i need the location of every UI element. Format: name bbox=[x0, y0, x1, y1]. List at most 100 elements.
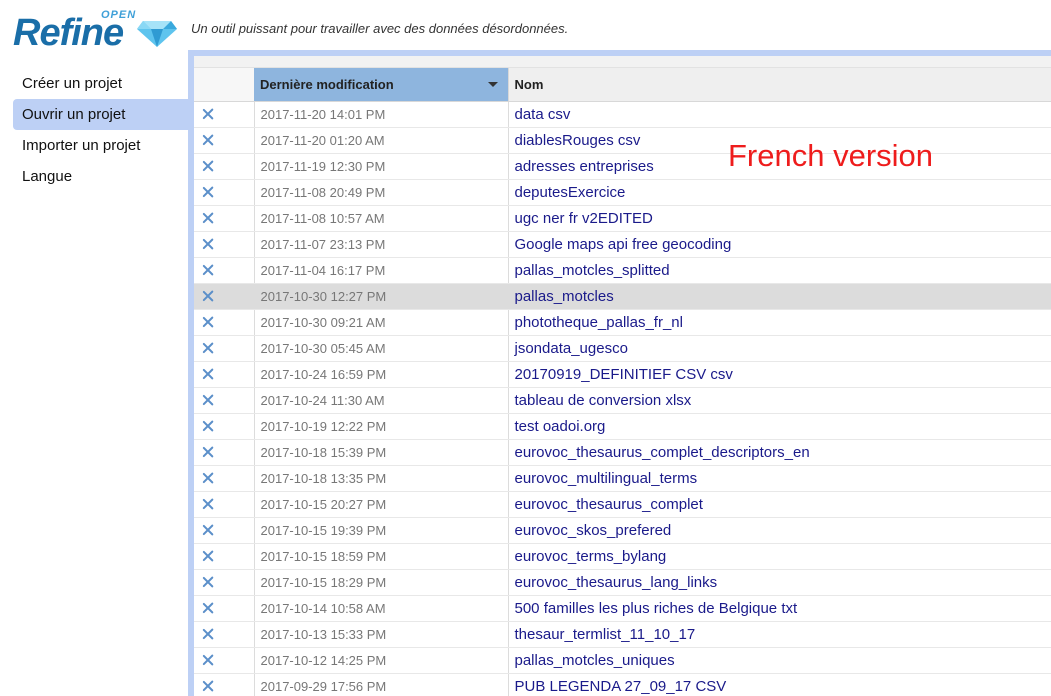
project-modified-date: 2017-10-15 18:29 PM bbox=[254, 569, 509, 596]
table-row: 2017-10-30 09:21 AM phototheque_pallas_fr… bbox=[194, 309, 1051, 336]
nav-create-project[interactable]: Créer un projet bbox=[0, 68, 188, 99]
project-name-cell: eurovoc_multilingual_terms bbox=[508, 465, 1051, 492]
delete-project-button[interactable] bbox=[194, 127, 222, 154]
delete-project-button[interactable] bbox=[194, 647, 222, 674]
project-link[interactable]: eurovoc_thesaurus_complet_descriptors_en bbox=[515, 444, 810, 461]
sort-desc-icon bbox=[487, 82, 498, 87]
close-icon bbox=[202, 654, 214, 666]
project-link[interactable]: eurovoc_terms_bylang bbox=[515, 548, 667, 565]
delete-project-button[interactable] bbox=[194, 673, 222, 696]
table-row: 2017-10-24 16:59 PM 20170919_DEFINITIEF C… bbox=[194, 361, 1051, 388]
project-link[interactable]: data csv bbox=[515, 106, 571, 123]
close-icon bbox=[202, 446, 214, 458]
delete-project-button[interactable] bbox=[194, 283, 222, 310]
table-row: 2017-09-29 17:56 PM PUB LEGENDA 27_09_17 … bbox=[194, 673, 1051, 696]
delete-project-button[interactable] bbox=[194, 179, 222, 206]
project-name-cell: PUB LEGENDA 27_09_17 CSV bbox=[508, 673, 1051, 696]
annotation-french-version: French version bbox=[728, 138, 934, 173]
project-modified-date: 2017-11-19 12:30 PM bbox=[254, 153, 509, 180]
project-link[interactable]: jsondata_ugesco bbox=[515, 340, 628, 357]
close-icon bbox=[202, 680, 214, 692]
project-name-cell: ugc ner fr v2EDITED bbox=[508, 205, 1051, 232]
project-link[interactable]: PUB LEGENDA 27_09_17 CSV bbox=[515, 678, 727, 695]
delete-project-button[interactable] bbox=[194, 387, 222, 414]
nav-import-project[interactable]: Importer un projet bbox=[0, 130, 188, 161]
close-icon bbox=[202, 342, 214, 354]
header-name[interactable]: Nom bbox=[507, 68, 1051, 102]
project-modified-date: 2017-11-04 16:17 PM bbox=[254, 257, 509, 284]
close-icon bbox=[202, 160, 214, 172]
project-modified-date: 2017-10-24 16:59 PM bbox=[254, 361, 509, 388]
delete-project-button[interactable] bbox=[194, 413, 222, 440]
table-row: 2017-10-24 11:30 AM tableau de conversion… bbox=[194, 387, 1051, 414]
project-link[interactable]: ugc ner fr v2EDITED bbox=[515, 210, 653, 227]
project-link[interactable]: Google maps api free geocoding bbox=[515, 236, 732, 253]
project-modified-date: 2017-10-24 11:30 AM bbox=[254, 387, 509, 414]
delete-project-button[interactable] bbox=[194, 621, 222, 648]
row-spacer bbox=[222, 465, 255, 492]
project-name-cell: deputesExercice bbox=[508, 179, 1051, 206]
project-link[interactable]: eurovoc_thesaurus_complet bbox=[515, 496, 703, 513]
delete-project-button[interactable] bbox=[194, 361, 222, 388]
project-link[interactable]: adresses entreprises bbox=[515, 158, 654, 175]
delete-project-button[interactable] bbox=[194, 569, 222, 596]
row-spacer bbox=[222, 491, 255, 518]
project-link[interactable]: test oadoi.org bbox=[515, 418, 606, 435]
delete-project-button[interactable] bbox=[194, 439, 222, 466]
nav-language[interactable]: Langue bbox=[0, 161, 188, 192]
project-modified-date: 2017-10-13 15:33 PM bbox=[254, 621, 509, 648]
left-nav: Créer un projet Ouvrir un projet Importe… bbox=[0, 68, 188, 192]
table-row: 2017-10-14 10:58 AM 500 familles les plus… bbox=[194, 595, 1051, 622]
row-spacer bbox=[222, 569, 255, 596]
project-link[interactable]: phototheque_pallas_fr_nl bbox=[515, 314, 683, 331]
project-link[interactable]: thesaur_termlist_11_10_17 bbox=[515, 626, 696, 643]
project-link[interactable]: pallas_motcles_uniques bbox=[515, 652, 675, 669]
row-spacer bbox=[222, 647, 255, 674]
delete-project-button[interactable] bbox=[194, 257, 222, 284]
delete-project-button[interactable] bbox=[194, 335, 222, 362]
project-modified-date: 2017-10-19 12:22 PM bbox=[254, 413, 509, 440]
close-icon bbox=[202, 238, 214, 250]
table-row: 2017-11-20 14:01 PM data csv bbox=[194, 101, 1051, 128]
row-spacer bbox=[222, 257, 255, 284]
table-row: 2017-11-08 10:57 AM ugc ner fr v2EDITED bbox=[194, 205, 1051, 232]
header-last-modified[interactable]: Dernière modification bbox=[254, 68, 508, 102]
project-link[interactable]: diablesRouges csv bbox=[515, 132, 641, 149]
delete-project-button[interactable] bbox=[194, 205, 222, 232]
table-row: 2017-10-18 13:35 PM eurovoc_multilingual_… bbox=[194, 465, 1051, 492]
project-link[interactable]: 20170919_DEFINITIEF CSV csv bbox=[515, 366, 733, 383]
delete-project-button[interactable] bbox=[194, 309, 222, 336]
close-icon bbox=[202, 108, 214, 120]
project-modified-date: 2017-11-08 10:57 AM bbox=[254, 205, 509, 232]
project-link[interactable]: eurovoc_skos_prefered bbox=[515, 522, 672, 539]
project-link[interactable]: eurovoc_multilingual_terms bbox=[515, 470, 698, 487]
delete-project-button[interactable] bbox=[194, 465, 222, 492]
project-link[interactable]: pallas_motcles_splitted bbox=[515, 262, 670, 279]
nav-open-project[interactable]: Ouvrir un projet bbox=[13, 99, 188, 130]
project-modified-date: 2017-10-15 20:27 PM bbox=[254, 491, 509, 518]
tagline: Un outil puissant pour travailler avec d… bbox=[191, 21, 569, 36]
project-link[interactable]: eurovoc_thesaurus_lang_links bbox=[515, 574, 718, 591]
delete-project-button[interactable] bbox=[194, 491, 222, 518]
delete-project-button[interactable] bbox=[194, 231, 222, 258]
project-name-cell: test oadoi.org bbox=[508, 413, 1051, 440]
delete-project-button[interactable] bbox=[194, 153, 222, 180]
project-link[interactable]: tableau de conversion xlsx bbox=[515, 392, 692, 409]
delete-project-button[interactable] bbox=[194, 543, 222, 570]
project-link[interactable]: pallas_motcles bbox=[515, 288, 614, 305]
project-link[interactable]: 500 familles les plus riches de Belgique… bbox=[515, 600, 798, 617]
close-icon bbox=[202, 602, 214, 614]
project-link[interactable]: deputesExercice bbox=[515, 184, 626, 201]
close-icon bbox=[202, 472, 214, 484]
project-modified-date: 2017-10-30 09:21 AM bbox=[254, 309, 509, 336]
row-spacer bbox=[222, 621, 255, 648]
logo-open-label: OPEN bbox=[101, 9, 137, 21]
delete-project-button[interactable] bbox=[194, 595, 222, 622]
table-row: 2017-10-19 12:22 PM test oadoi.org bbox=[194, 413, 1051, 440]
project-modified-date: 2017-10-18 13:35 PM bbox=[254, 465, 509, 492]
delete-project-button[interactable] bbox=[194, 101, 222, 128]
delete-project-button[interactable] bbox=[194, 517, 222, 544]
table-row: 2017-10-12 14:25 PM pallas_motcles_unique… bbox=[194, 647, 1051, 674]
project-name-cell: pallas_motcles_splitted bbox=[508, 257, 1051, 284]
openrefine-logo[interactable]: Refine OPEN bbox=[13, 9, 178, 53]
